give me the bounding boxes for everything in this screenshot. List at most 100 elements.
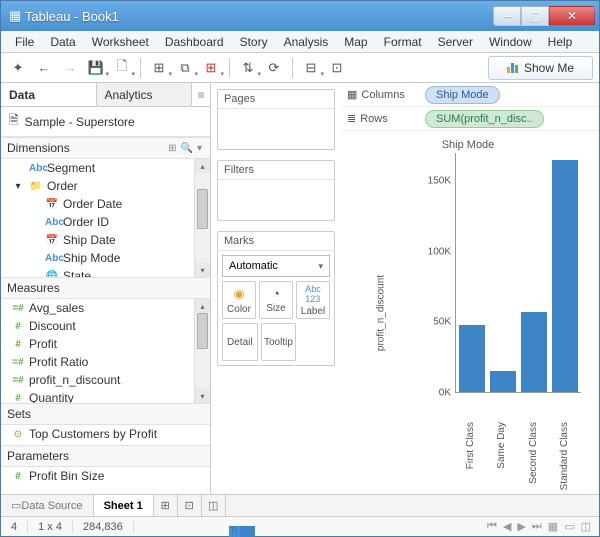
- field-ship-date[interactable]: 📅Ship Date: [1, 231, 210, 249]
- field-profit-ratio[interactable]: =#Profit Ratio: [1, 353, 210, 371]
- datasource-tab[interactable]: ▭ Data Source: [1, 495, 94, 516]
- datasource-name: Sample - Superstore: [25, 115, 135, 129]
- refresh-button[interactable]: ⟳: [263, 57, 285, 79]
- bar-same-day[interactable]: [490, 371, 516, 392]
- dimensions-scrollbar[interactable]: ▴ ▾: [194, 159, 210, 277]
- slide-view-icon[interactable]: ▭: [564, 520, 574, 533]
- measures-scrollbar[interactable]: ▴ ▾: [194, 299, 210, 403]
- titlebar: ▦ Tableau - Book1 ─ ▢ ✕: [1, 1, 599, 31]
- chart-icon: [507, 63, 518, 73]
- size-card[interactable]: ◔Size: [259, 281, 293, 319]
- menu-bar: File Data Worksheet Dashboard Story Anal…: [1, 31, 599, 53]
- pages-shelf[interactable]: Pages: [217, 89, 335, 150]
- menu-map[interactable]: Map: [336, 35, 375, 49]
- filters-label: Filters: [218, 161, 334, 180]
- minimize-button[interactable]: ─: [493, 6, 521, 26]
- mark-type-dropdown[interactable]: Automatic: [222, 255, 330, 277]
- rows-icon: ≣: [347, 112, 356, 125]
- close-button[interactable]: ✕: [549, 6, 595, 26]
- label-card[interactable]: Abc123Label: [296, 281, 330, 319]
- new-story-tab-button[interactable]: ◫: [202, 495, 226, 516]
- menu-format[interactable]: Format: [376, 35, 430, 49]
- chart-title: Ship Mode: [347, 139, 589, 151]
- maximize-button[interactable]: ▢: [521, 6, 549, 26]
- pages-label: Pages: [218, 90, 334, 109]
- save-button[interactable]: 💾: [85, 57, 107, 79]
- panel-menu-icon[interactable]: ≡: [192, 83, 210, 106]
- status-bar: 4 1 x 4 284,836 ⏮ ◀ ▶ ⏭ ▦ ▭ ◫: [1, 516, 599, 536]
- forward-button[interactable]: →: [59, 57, 81, 79]
- presentation-icon[interactable]: ◫: [581, 520, 591, 533]
- x-label: Standard Class: [559, 422, 570, 490]
- field-profit-n-discount[interactable]: =#profit_n_discount: [1, 371, 210, 389]
- data-tab[interactable]: Data: [1, 83, 97, 106]
- shelves-column: Pages Filters Marks Automatic ◉Color ◔Si…: [211, 83, 341, 494]
- bar-second-class[interactable]: [521, 312, 547, 392]
- duplicate-button[interactable]: ⧉: [174, 57, 196, 79]
- swap-button[interactable]: ⇅: [237, 57, 259, 79]
- columns-shelf[interactable]: ▦Columns Ship Mode: [341, 83, 599, 107]
- last-button[interactable]: ⏭: [532, 520, 542, 533]
- field-avg-sales[interactable]: =#Avg_sales: [1, 299, 210, 317]
- dimensions-list: AbcSegment ▾📁Order 📅Order Date AbcOrder …: [1, 159, 210, 277]
- app-window: ▦ Tableau - Book1 ─ ▢ ✕ File Data Worksh…: [0, 0, 600, 537]
- marks-label: Marks: [218, 232, 334, 251]
- field-quantity[interactable]: #Quantity: [1, 389, 210, 403]
- field-top-customers[interactable]: ⊙Top Customers by Profit: [1, 425, 210, 443]
- new-dashboard-tab-button[interactable]: ⊡: [178, 495, 202, 516]
- menu-dashboard[interactable]: Dashboard: [157, 35, 232, 49]
- show-me-label: Show Me: [524, 61, 574, 75]
- field-order-date[interactable]: 📅Order Date: [1, 195, 210, 213]
- field-ship-mode[interactable]: AbcShip Mode: [1, 249, 210, 267]
- field-discount[interactable]: #Discount: [1, 317, 210, 335]
- detail-card[interactable]: Detail: [222, 323, 258, 361]
- menu-help[interactable]: Help: [540, 35, 581, 49]
- show-me-button[interactable]: Show Me: [488, 56, 593, 80]
- menu-worksheet[interactable]: Worksheet: [84, 35, 157, 49]
- bar-first-class[interactable]: [459, 325, 485, 392]
- first-button[interactable]: ⏮: [487, 520, 497, 533]
- search-icon[interactable]: 🔍: [179, 143, 195, 154]
- field-order-folder[interactable]: ▾📁Order: [1, 177, 210, 195]
- sheet1-tab[interactable]: Sheet 1: [94, 495, 154, 516]
- menu-data[interactable]: Data: [42, 35, 83, 49]
- datasource-row[interactable]: 🗎 Sample - Superstore: [1, 107, 210, 137]
- menu-window[interactable]: Window: [481, 35, 540, 49]
- tooltip-card[interactable]: Tooltip: [261, 323, 297, 361]
- field-order-id[interactable]: AbcOrder ID: [1, 213, 210, 231]
- menu-file[interactable]: File: [7, 35, 42, 49]
- y-tick: 100K: [428, 246, 451, 257]
- next-button[interactable]: ▶: [517, 520, 525, 533]
- columns-pill-ship-mode[interactable]: Ship Mode: [425, 86, 500, 104]
- clear-button[interactable]: ⊞: [200, 57, 222, 79]
- field-profit[interactable]: #Profit: [1, 335, 210, 353]
- x-label: First Class: [465, 422, 476, 469]
- menu-analysis[interactable]: Analysis: [276, 35, 337, 49]
- new-worksheet-button[interactable]: ⊞: [148, 57, 170, 79]
- view-area: ▦Columns Ship Mode ≣Rows SUM(profit_n_di…: [341, 83, 599, 494]
- menu-server[interactable]: Server: [430, 35, 481, 49]
- measures-header: Measures: [1, 277, 210, 299]
- new-worksheet-tab-button[interactable]: ⊞: [154, 495, 178, 516]
- bar-standard-class[interactable]: [552, 160, 578, 392]
- sort-button[interactable]: ⊟: [300, 57, 322, 79]
- analytics-tab[interactable]: Analytics: [97, 83, 193, 106]
- prev-button[interactable]: ◀: [503, 520, 511, 533]
- rows-shelf[interactable]: ≣Rows SUM(profit_n_disc..: [341, 107, 599, 131]
- chevron-down-icon[interactable]: ▾: [195, 143, 204, 154]
- menu-story[interactable]: Story: [232, 35, 276, 49]
- grid-view-icon[interactable]: ▦: [548, 520, 558, 533]
- field-segment[interactable]: AbcSegment: [1, 159, 210, 177]
- color-card[interactable]: ◉Color: [222, 281, 256, 319]
- field-state[interactable]: 🌐State: [1, 267, 210, 277]
- dimensions-menu-icon[interactable]: ⊞: [166, 143, 178, 154]
- filters-shelf[interactable]: Filters: [217, 160, 335, 221]
- measures-list: =#Avg_sales #Discount #Profit =#Profit R…: [1, 299, 210, 403]
- rows-pill-profit-n-discount[interactable]: SUM(profit_n_disc..: [425, 110, 544, 128]
- field-profit-bin-size[interactable]: #Profit Bin Size: [1, 467, 210, 485]
- new-datasource-button[interactable]: 🗋: [111, 57, 133, 79]
- window-title: Tableau - Book1: [25, 9, 493, 24]
- back-button[interactable]: ←: [33, 57, 55, 79]
- tableau-icon[interactable]: ✦: [7, 57, 29, 79]
- group-button[interactable]: ⊡: [326, 57, 348, 79]
